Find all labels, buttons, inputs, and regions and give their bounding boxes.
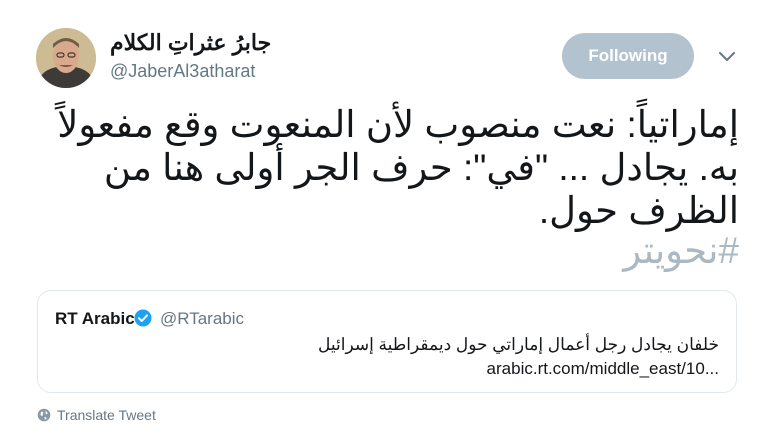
translate-tweet-label: Translate Tweet [57, 407, 156, 423]
translate-tweet-link[interactable]: Translate Tweet [37, 406, 156, 424]
quoted-display-name: RT Arabic [55, 309, 135, 328]
avatar[interactable] [36, 28, 96, 88]
globe-icon [37, 408, 51, 422]
following-button[interactable]: Following [562, 33, 694, 79]
hashtag-link[interactable]: #نحويتر [623, 229, 739, 272]
author-display-name[interactable]: جابرُ عثراتِ الكلام [110, 30, 271, 56]
tweet-text: إماراتياً: نعت منصوب لأن المنعوت وقع مفع… [57, 104, 739, 231]
verified-badge-icon [134, 309, 152, 327]
tweet: جابرُ عثراتِ الكلام @JaberAl3atharat Fol… [0, 0, 775, 435]
quoted-tweet-card[interactable]: RT Arabic @RTarabic خلفان يجادل رجل أعما… [37, 290, 737, 393]
chevron-down-icon[interactable] [716, 48, 738, 66]
quoted-handle: @RTarabic [160, 309, 245, 328]
quoted-tweet-link[interactable]: arabic.rt.com/middle_east/10... [487, 359, 719, 379]
author-handle[interactable]: @JaberAl3atharat [110, 61, 255, 82]
avatar-portrait-image [36, 28, 96, 88]
quoted-tweet-text: خلفان يجادل رجل أعمال إماراتي حول ديمقرا… [318, 335, 719, 354]
